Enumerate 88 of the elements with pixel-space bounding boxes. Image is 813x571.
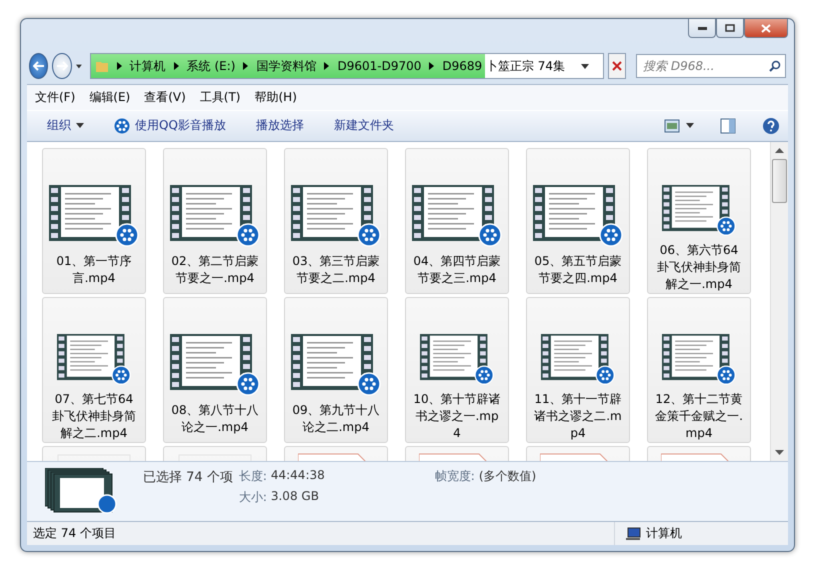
video-stack-icon xyxy=(45,468,119,514)
chevron-icon[interactable] xyxy=(243,62,248,70)
caret-icon xyxy=(686,123,694,128)
view-icon[interactable] xyxy=(664,118,680,133)
menu-item[interactable]: 文件(F) xyxy=(35,88,76,106)
breadcrumb[interactable]: 系统 (E:) xyxy=(186,58,236,75)
breadcrumb[interactable]: D9601-D9700 xyxy=(337,59,422,74)
file-tile[interactable]: 03、第三节启蒙节要之二.mp4 xyxy=(284,148,388,294)
file-tile[interactable]: 01、第一节序言.mp4 xyxy=(42,148,146,294)
toolbar-button[interactable]: 播放选择 xyxy=(244,114,316,138)
menu-item[interactable]: 查看(V) xyxy=(144,88,186,106)
file-tile[interactable]: 04、第四节启蒙节要之三.mp4 xyxy=(405,148,509,294)
minimize-button[interactable] xyxy=(688,19,716,38)
file-name: 04、第四节启蒙节要之三.mp4 xyxy=(413,252,501,287)
breadcrumb[interactable]: 国学资料馆 xyxy=(256,58,316,75)
film-reel-icon xyxy=(114,118,130,134)
scroll-up-icon[interactable] xyxy=(775,148,784,153)
minimize-icon xyxy=(698,26,706,30)
detail-label: 长度: xyxy=(238,468,267,486)
scroll-down-icon[interactable] xyxy=(775,450,784,456)
preview-pane-icon[interactable] xyxy=(720,118,736,134)
video-thumbnail-icon xyxy=(170,334,260,396)
help-icon[interactable] xyxy=(762,116,780,135)
file-tile[interactable]: 11、第十一节辟诸书之谬之二.mp4 xyxy=(526,296,630,443)
back-button[interactable] xyxy=(29,53,48,80)
detail-label: 大小: xyxy=(238,489,267,506)
file-name: 10、第十节辟诸书之谬之一.mp4 xyxy=(413,390,501,442)
video-thumbnail-icon xyxy=(533,184,623,247)
detail-value: 44:44:38 xyxy=(270,468,325,484)
close-icon xyxy=(612,61,622,72)
caret-icon xyxy=(76,64,82,69)
status-text: 选定 74 个项目 xyxy=(33,525,116,542)
file-name: 08、第八节十八论之一.mp4 xyxy=(171,402,259,436)
forward-arrow-icon xyxy=(56,61,68,72)
file-tile[interactable]: 12、第十二节黄金策千金赋之一.mp4 xyxy=(647,296,751,443)
toolbar-button[interactable]: 使用QQ影音播放 xyxy=(102,114,238,138)
menu-item[interactable]: 工具(T) xyxy=(200,88,240,106)
breadcrumb[interactable]: D9689 卜筮正宗 74集 xyxy=(442,58,566,75)
video-thumbnail-icon xyxy=(170,184,260,247)
file-name: 02、第二节启蒙节要之一.mp4 xyxy=(171,252,259,287)
detail-value: 3.08 GB xyxy=(270,489,320,506)
close-icon xyxy=(761,24,771,32)
file-tile[interactable]: 09、第九节十八论之二.mp4 xyxy=(284,296,388,443)
detail-label: 帧宽度: xyxy=(434,468,475,486)
stop-button[interactable] xyxy=(608,53,626,80)
toolbar-button[interactable]: 组织 xyxy=(35,114,96,138)
caret-icon xyxy=(581,64,590,69)
search-icon xyxy=(769,60,782,72)
maximize-button[interactable] xyxy=(716,19,744,38)
file-tile[interactable]: 10、第十节辟诸书之谬之一.mp4 xyxy=(405,296,509,443)
file-name: 09、第九节十八论之二.mp4 xyxy=(292,402,380,436)
file-tile[interactable]: 02、第二节启蒙节要之一.mp4 xyxy=(163,148,267,294)
chevron-icon[interactable] xyxy=(174,62,179,70)
menu-item[interactable]: 编辑(E) xyxy=(89,88,130,106)
file-tile[interactable]: 05、第五节启蒙节要之四.mp4 xyxy=(526,148,630,294)
video-thumbnail-icon xyxy=(291,184,381,247)
scrollbar-thumb[interactable] xyxy=(772,158,787,203)
close-button[interactable] xyxy=(744,19,788,38)
file-tile[interactable]: 06、第六节64卦飞伏神卦身简解之一.mp4 xyxy=(647,148,751,294)
file-name: 11、第十一节辟诸书之谬之二.mp4 xyxy=(534,390,622,442)
video-thumbnail-icon xyxy=(291,334,381,396)
file-tile[interactable]: 08、第八节十八论之一.mp4 xyxy=(163,296,267,443)
menu-item[interactable]: 帮助(H) xyxy=(254,88,297,106)
location-text: 计算机 xyxy=(646,525,682,542)
breadcrumb[interactable]: 计算机 xyxy=(130,58,166,75)
file-name: 01、第一节序言.mp4 xyxy=(55,252,133,287)
detail-value: (多个数值) xyxy=(478,468,536,486)
file-name: 12、第十二节黄金策千金赋之一.mp4 xyxy=(655,390,743,442)
file-name: 05、第五节启蒙节要之四.mp4 xyxy=(534,252,622,287)
scrollbar[interactable] xyxy=(770,142,788,462)
selection-summary: 已选择 74 个项 xyxy=(143,469,233,486)
chevron-icon[interactable] xyxy=(429,62,434,70)
computer-icon xyxy=(625,526,641,541)
file-name: 03、第三节启蒙节要之二.mp4 xyxy=(292,252,380,287)
address-bar[interactable]: 计算机 系统 (E:) 国学资料馆 D9601-D9700 D9689 卜筮正宗 74集 xyxy=(90,53,604,80)
file-name: 06、第六节64卦飞伏神卦身简解之一.mp4 xyxy=(656,242,742,293)
video-thumbnail-icon xyxy=(412,184,502,247)
chevron-icon[interactable] xyxy=(116,62,122,70)
chevron-icon[interactable] xyxy=(324,62,330,70)
file-tile[interactable]: 07、第七节64卦飞伏神卦身简解之二.mp4 xyxy=(42,296,146,443)
forward-button[interactable] xyxy=(52,53,72,80)
caret-icon xyxy=(76,123,84,128)
back-arrow-icon xyxy=(32,61,45,72)
file-name: 07、第七节64卦飞伏神卦身简解之二.mp4 xyxy=(51,390,137,442)
video-thumbnail-icon xyxy=(49,184,139,247)
search-field[interactable]: 搜索 D968... xyxy=(636,54,786,78)
maximize-icon xyxy=(725,24,735,32)
toolbar-button[interactable]: 新建文件夹 xyxy=(322,114,406,138)
